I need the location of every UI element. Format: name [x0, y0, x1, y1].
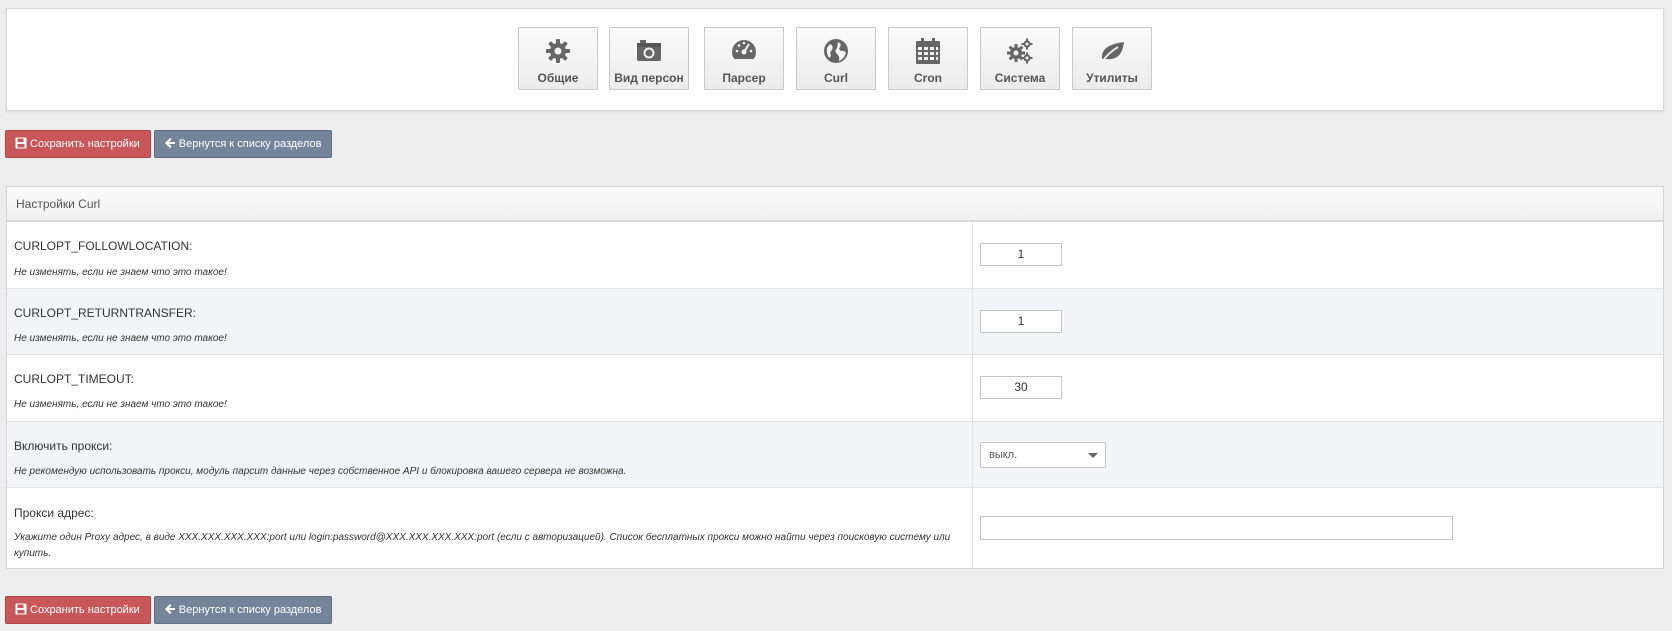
proxy-address-input[interactable] — [980, 516, 1453, 540]
nav-parser-button[interactable]: Парсер — [704, 27, 784, 90]
setting-description: Не изменять, если не знаем что это такое… — [14, 399, 227, 410]
nav-utilities-label: Утилиты — [1086, 71, 1138, 85]
nav-general-button[interactable]: Общие — [518, 27, 598, 90]
leaf-icon — [1098, 37, 1126, 65]
save-settings-button[interactable]: Сохранить настройки — [5, 130, 151, 158]
setting-title: CURLOPT_TIMEOUT: — [14, 372, 135, 386]
panel-title: Настройки Curl — [7, 187, 1663, 222]
back-to-sections-label: Вернутся к списку разделов — [178, 138, 322, 150]
setting-row-followlocation: CURLOPT_FOLLOWLOCATION: Не изменять, есл… — [7, 222, 1663, 289]
nav-system-label: Система — [994, 71, 1046, 85]
floppy-disk-icon — [15, 137, 27, 149]
gear-icon — [544, 37, 572, 65]
arrow-left-icon — [164, 137, 176, 149]
nav-general-label: Общие — [537, 71, 579, 85]
settings-nav-panel: Общие Вид персон Парсер Curl Cron Систем… — [6, 8, 1664, 111]
proxy-enable-value: выкл. — [989, 449, 1018, 461]
nav-system-button[interactable]: Система — [980, 27, 1060, 90]
nav-view-person-label: Вид персон — [614, 71, 684, 85]
setting-label-cell: CURLOPT_TIMEOUT: Не изменять, если не зн… — [7, 355, 973, 421]
floppy-disk-icon — [15, 603, 27, 615]
setting-label-cell: Включить прокси: Не рекомендую использов… — [7, 422, 973, 487]
setting-description: Не рекомендую использовать прокси, модул… — [14, 466, 627, 477]
returntransfer-input[interactable]: 1 — [980, 310, 1062, 333]
setting-description: Укажите один Proxy адрес, в виде XXX.XXX… — [14, 532, 951, 559]
gears-icon — [1006, 37, 1034, 65]
setting-description: Не изменять, если не знаем что это такое… — [14, 333, 227, 344]
calendar-icon — [914, 37, 942, 65]
chevron-down-icon — [1088, 453, 1098, 458]
setting-label-cell: CURLOPT_FOLLOWLOCATION: Не изменять, есл… — [7, 222, 973, 288]
proxy-enable-select[interactable]: выкл. — [980, 442, 1106, 468]
back-to-sections-label: Вернутся к списку разделов — [178, 604, 322, 616]
setting-row-timeout: CURLOPT_TIMEOUT: Не изменять, если не зн… — [7, 355, 1663, 422]
nav-utilities-button[interactable]: Утилиты — [1072, 27, 1152, 90]
setting-row-proxy-enable: Включить прокси: Не рекомендую использов… — [7, 422, 1663, 488]
back-to-sections-button[interactable]: Вернутся к списку разделов — [153, 130, 333, 158]
setting-title: Включить прокси: — [14, 439, 113, 453]
setting-row-returntransfer: CURLOPT_RETURNTRANSFER: Не изменять, есл… — [7, 289, 1663, 355]
setting-row-proxy-address: Прокси адрес: Укажите один Proxy адрес, … — [7, 488, 1663, 567]
bottom-actions: Сохранить настройки Вернутся к списку раз… — [5, 596, 333, 624]
camera-icon — [635, 37, 663, 65]
top-actions: Сохранить настройки Вернутся к списку раз… — [5, 130, 333, 158]
save-settings-label: Сохранить настройки — [30, 138, 140, 150]
timeout-input[interactable]: 30 — [980, 376, 1062, 399]
curl-settings-panel: Настройки Curl CURLOPT_FOLLOWLOCATION: Н… — [6, 186, 1664, 569]
setting-label-cell: CURLOPT_RETURNTRANSFER: Не изменять, есл… — [7, 289, 973, 354]
globe-icon — [822, 37, 850, 65]
followlocation-input[interactable]: 1 — [980, 243, 1062, 266]
back-to-sections-button[interactable]: Вернутся к списку разделов — [153, 596, 333, 624]
setting-description: Не изменять, если не знаем что это такое… — [14, 267, 227, 278]
arrow-left-icon — [164, 603, 176, 615]
nav-cron-button[interactable]: Cron — [888, 27, 968, 90]
nav-cron-label: Cron — [914, 71, 942, 85]
setting-title: Прокси адрес: — [14, 506, 94, 520]
setting-title: CURLOPT_FOLLOWLOCATION: — [14, 239, 193, 253]
nav-parser-label: Парсер — [722, 71, 766, 85]
nav-curl-button[interactable]: Curl — [796, 27, 876, 90]
setting-label-cell: Прокси адрес: Укажите один Proxy адрес, … — [7, 488, 973, 567]
dashboard-icon — [730, 37, 758, 65]
nav-view-person-button[interactable]: Вид персон — [609, 27, 689, 90]
nav-curl-label: Curl — [824, 71, 848, 85]
setting-title: CURLOPT_RETURNTRANSFER: — [14, 306, 197, 320]
save-settings-label: Сохранить настройки — [30, 604, 140, 616]
save-settings-button[interactable]: Сохранить настройки — [5, 596, 151, 624]
